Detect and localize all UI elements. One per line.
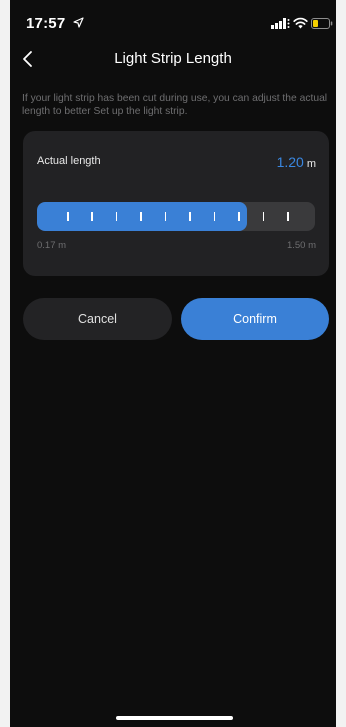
confirm-button[interactable]: Confirm — [181, 298, 329, 340]
slider-tick — [287, 212, 289, 221]
slider-tick — [262, 212, 265, 221]
cancel-button[interactable]: Cancel — [23, 298, 172, 340]
status-bar: 17:57 — [10, 0, 336, 44]
slider-tick — [213, 212, 216, 221]
battery-icon — [311, 18, 333, 29]
location-icon — [73, 17, 84, 28]
slider-tick — [67, 212, 69, 221]
length-slider[interactable] — [37, 202, 315, 231]
wifi-icon — [293, 17, 308, 29]
status-time: 17:57 — [26, 15, 66, 32]
slider-tick — [238, 212, 240, 221]
slider-tick — [189, 212, 191, 221]
slider-min-label: 0.17 m — [37, 240, 67, 251]
slider-tick — [164, 212, 167, 221]
slider-tick — [91, 212, 93, 221]
length-card: Actual length 1.20 m 0.17 m 1.50 m — [23, 131, 329, 276]
slider-tick — [115, 212, 118, 221]
slider-tick — [140, 212, 142, 221]
page-title: Light Strip Length — [114, 50, 232, 67]
length-unit: m — [306, 158, 316, 170]
signal-icon — [271, 18, 290, 29]
home-indicator — [116, 716, 233, 720]
nav-bar: Light Strip Length — [10, 44, 336, 74]
phone-screen: 17:57 Light Strip Length If your light s… — [10, 0, 336, 727]
length-value: 1.20 — [276, 154, 304, 170]
description-text: If your light strip has been cut during … — [22, 93, 328, 117]
length-value-display: 1.20 m — [277, 154, 316, 170]
actual-length-label: Actual length — [37, 155, 101, 167]
slider-max-label: 1.50 m — [286, 240, 316, 251]
